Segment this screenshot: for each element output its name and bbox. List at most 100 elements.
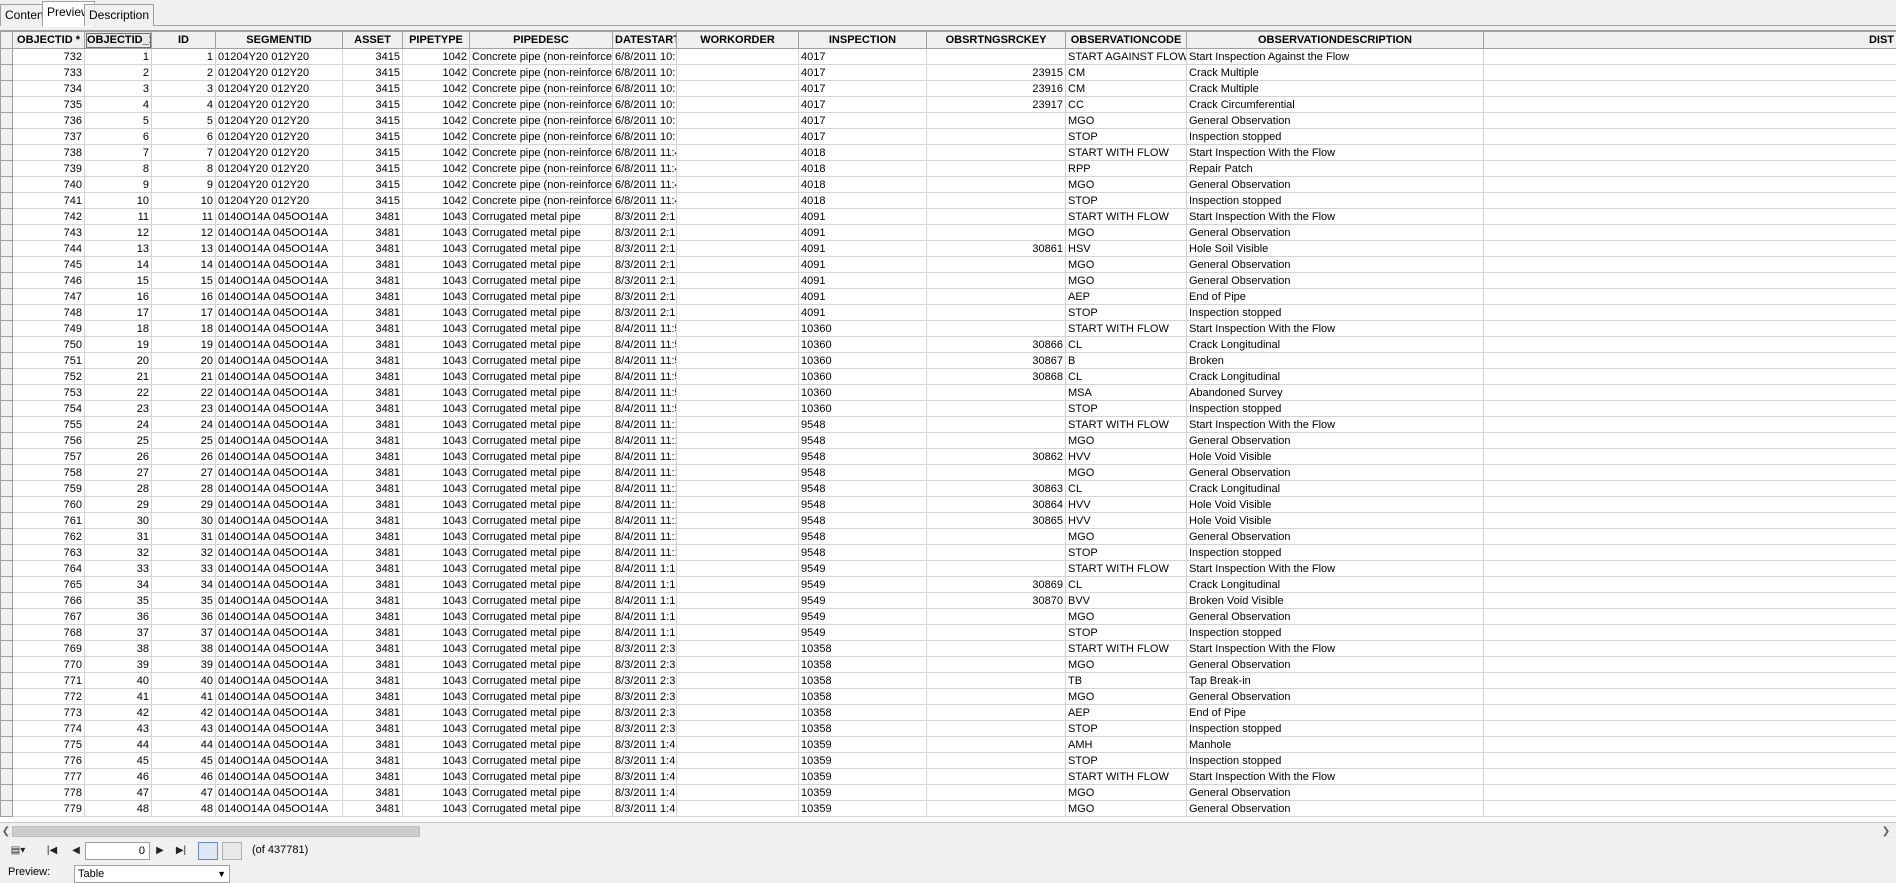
table-cell[interactable]: 741	[13, 193, 85, 209]
table-cell[interactable]: START AGAINST FLOW	[1066, 49, 1187, 65]
table-cell[interactable]: Inspection stopped	[1187, 401, 1484, 417]
table-row[interactable]: 76837370140O14A 045OO14A34811043Corrugat…	[1, 625, 1896, 641]
table-cell[interactable]: 23	[152, 401, 216, 417]
row-selector[interactable]	[1, 433, 13, 449]
table-cell[interactable]: Corrugated metal pipe	[470, 785, 613, 801]
table-cell[interactable]: START WITH FLOW	[1066, 145, 1187, 161]
row-selector[interactable]	[1, 641, 13, 657]
table-cell[interactable]: 6/8/2011 11:42	[613, 145, 677, 161]
table-cell[interactable]: Crack Multiple	[1187, 81, 1484, 97]
table-cell[interactable]: General Observation	[1187, 257, 1484, 273]
table-cell[interactable]	[1484, 529, 1896, 545]
table-row[interactable]: 76736360140O14A 045OO14A34811043Corrugat…	[1, 609, 1896, 625]
table-cell[interactable]: 0140O14A 045OO14A	[216, 705, 343, 721]
table-cell[interactable]: 8/3/2011 2:16:	[613, 257, 677, 273]
table-row[interactable]: 7354401204Y20 012Y2034151042Concrete pip…	[1, 97, 1896, 113]
table-cell[interactable]: 748	[13, 305, 85, 321]
table-cell[interactable]: Inspection stopped	[1187, 753, 1484, 769]
table-cell[interactable]: 21	[85, 369, 152, 385]
table-cell[interactable]: 3481	[343, 785, 403, 801]
table-cell[interactable]	[677, 769, 799, 785]
table-cell[interactable]: 36	[152, 609, 216, 625]
table-cell[interactable]: Inspection stopped	[1187, 625, 1484, 641]
table-cell[interactable]: Hole Void Visible	[1187, 497, 1484, 513]
column-header[interactable]: PIPETYPE	[403, 32, 470, 49]
table-row[interactable]: 77645450140O14A 045OO14A34811043Corrugat…	[1, 753, 1896, 769]
table-cell[interactable]: 1043	[403, 257, 470, 273]
table-cell[interactable]: 6/8/2011 11:42	[613, 193, 677, 209]
table-cell[interactable]: 9548	[799, 513, 927, 529]
row-selector[interactable]	[1, 657, 13, 673]
table-cell[interactable]	[677, 785, 799, 801]
table-cell[interactable]: 0140O14A 045OO14A	[216, 289, 343, 305]
table-cell[interactable]: 14	[152, 257, 216, 273]
table-cell[interactable]: 01204Y20 012Y20	[216, 81, 343, 97]
table-cell[interactable]: 3415	[343, 193, 403, 209]
table-cell[interactable]: 4017	[799, 97, 927, 113]
table-cell[interactable]: 739	[13, 161, 85, 177]
table-cell[interactable]: Concrete pipe (non-reinforced)	[470, 65, 613, 81]
table-cell[interactable]	[927, 465, 1066, 481]
table-cell[interactable]: 8/3/2011 2:36:	[613, 705, 677, 721]
table-cell[interactable]: HVV	[1066, 497, 1187, 513]
table-cell[interactable]: 8/3/2011 2:36:	[613, 721, 677, 737]
table-cell[interactable]	[1484, 641, 1896, 657]
table-cell[interactable]: Inspection stopped	[1187, 129, 1484, 145]
table-cell[interactable]: 4	[85, 97, 152, 113]
table-cell[interactable]	[1484, 257, 1896, 273]
table-cell[interactable]: 8/4/2011 11:12	[613, 545, 677, 561]
table-cell[interactable]: 32	[152, 545, 216, 561]
table-cell[interactable]: 3481	[343, 561, 403, 577]
table-cell[interactable]	[677, 737, 799, 753]
table-cell[interactable]: 3481	[343, 497, 403, 513]
table-row[interactable]: 77039390140O14A 045OO14A34811043Corrugat…	[1, 657, 1896, 673]
table-cell[interactable]: 8/3/2011 2:16:	[613, 241, 677, 257]
table-cell[interactable]: 9549	[799, 577, 927, 593]
table-cell[interactable]: 732	[13, 49, 85, 65]
table-cell[interactable]: 34	[152, 577, 216, 593]
table-cell[interactable]: 0140O14A 045OO14A	[216, 305, 343, 321]
current-record-input[interactable]: 0	[85, 842, 150, 860]
table-cell[interactable]: 30868	[927, 369, 1066, 385]
table-cell[interactable]: 48	[85, 801, 152, 817]
table-cell[interactable]: 39	[152, 657, 216, 673]
table-row[interactable]: 74413130140O14A 045OO14A34811043Corrugat…	[1, 241, 1896, 257]
table-cell[interactable]: 01204Y20 012Y20	[216, 193, 343, 209]
table-cell[interactable]: 734	[13, 81, 85, 97]
table-cell[interactable]: MSA	[1066, 385, 1187, 401]
table-cell[interactable]: 30866	[927, 337, 1066, 353]
table-cell[interactable]: 3481	[343, 289, 403, 305]
table-cell[interactable]: 1043	[403, 769, 470, 785]
table-cell[interactable]: 1043	[403, 433, 470, 449]
table-row[interactable]: 77241410140O14A 045OO14A34811043Corrugat…	[1, 689, 1896, 705]
table-cell[interactable]	[677, 801, 799, 817]
table-cell[interactable]: 8/3/2011 1:42:	[613, 737, 677, 753]
table-cell[interactable]	[677, 641, 799, 657]
table-cell[interactable]: 30870	[927, 593, 1066, 609]
table-cell[interactable]: 8/4/2011 11:12	[613, 449, 677, 465]
table-row[interactable]: 76938380140O14A 045OO14A34811043Corrugat…	[1, 641, 1896, 657]
table-cell[interactable]: 6/8/2011 10:14	[613, 129, 677, 145]
table-row[interactable]: 74211110140O14A 045OO14A34811043Corrugat…	[1, 209, 1896, 225]
table-cell[interactable]: 18	[85, 321, 152, 337]
attribute-table[interactable]: OBJECTID * OBJECTID_1 ID SEGMENTID ASSET…	[0, 30, 1896, 822]
table-row[interactable]: 75322220140O14A 045OO14A34811043Corrugat…	[1, 385, 1896, 401]
table-cell[interactable]: End of Pipe	[1187, 289, 1484, 305]
table-cell[interactable]: 44	[85, 737, 152, 753]
table-cell[interactable]	[1484, 321, 1896, 337]
table-cell[interactable]	[677, 321, 799, 337]
table-cell[interactable]: 1043	[403, 401, 470, 417]
table-cell[interactable]: 9549	[799, 625, 927, 641]
row-selector[interactable]	[1, 337, 13, 353]
table-cell[interactable]: 34	[85, 577, 152, 593]
table-cell[interactable]: 1042	[403, 65, 470, 81]
table-cell[interactable]: 6/8/2011 10:14	[613, 49, 677, 65]
table-cell[interactable]: Corrugated metal pipe	[470, 737, 613, 753]
table-cell[interactable]: 3481	[343, 433, 403, 449]
table-cell[interactable]: 3481	[343, 241, 403, 257]
table-cell[interactable]: General Observation	[1187, 465, 1484, 481]
table-cell[interactable]: 9549	[799, 561, 927, 577]
table-cell[interactable]	[1484, 401, 1896, 417]
table-cell[interactable]: 773	[13, 705, 85, 721]
table-cell[interactable]: 4018	[799, 193, 927, 209]
